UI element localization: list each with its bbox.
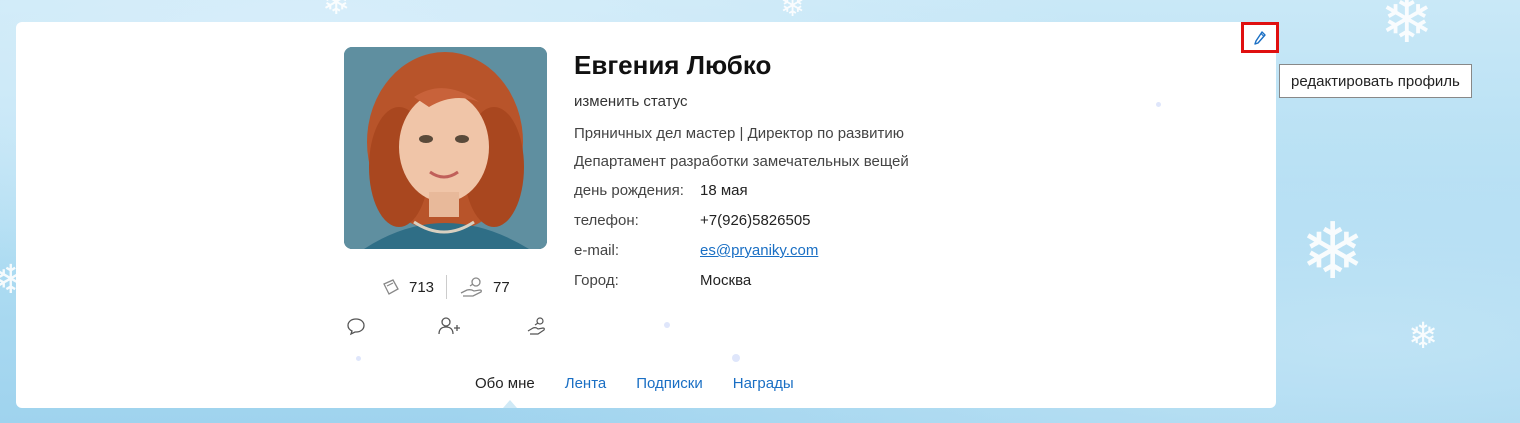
thanks-stat[interactable]: 77: [459, 276, 510, 298]
avatar-photo: [344, 47, 547, 249]
wallet-count: 713: [409, 278, 435, 296]
snowflake-decoration: ❄: [1300, 207, 1366, 295]
profile-card: Евгения Любко изменить статус Пряничных …: [16, 22, 1276, 408]
avatar[interactable]: [344, 47, 547, 249]
stats-divider: [446, 275, 448, 299]
active-tab-indicator: [503, 400, 517, 408]
send-thanks-button[interactable]: [527, 316, 547, 336]
add-user-icon: [438, 317, 460, 335]
tab-subscriptions[interactable]: Подписки: [636, 375, 703, 392]
edit-profile-tooltip: редактировать профиль: [1279, 64, 1472, 98]
tab-awards[interactable]: Награды: [733, 375, 794, 392]
profile-name: Евгения Любко: [574, 50, 772, 80]
tab-feed[interactable]: Лента: [565, 375, 607, 392]
city-value: Москва: [700, 272, 752, 289]
subscribe-button[interactable]: [437, 316, 461, 336]
snowflake-decoration: ❄: [322, 0, 351, 22]
wallet-stat[interactable]: 713: [381, 277, 434, 297]
edit-profile-button[interactable]: [1241, 22, 1279, 53]
pencil-icon: [1254, 30, 1266, 45]
profile-tabs: Обо мне Лента Подписки Награды: [475, 375, 794, 392]
phone-value: +7(926)5826505: [700, 212, 811, 229]
phone-label: телефон:: [574, 212, 639, 229]
decorative-dot: [732, 354, 740, 362]
wallet-icon: [383, 279, 399, 295]
tab-about[interactable]: Обо мне: [475, 375, 535, 392]
city-label: Город:: [574, 272, 619, 289]
user-stats: 713 77: [381, 274, 510, 300]
decorative-dot: [1156, 102, 1161, 107]
snowflake-decoration: ❄: [780, 0, 806, 23]
decorative-dot: [356, 356, 361, 361]
position-text: Пряничных дел мастер | Директор по разви…: [574, 125, 904, 142]
thanks-hand-icon: [460, 277, 483, 297]
birthday-value: 18 мая: [700, 182, 748, 199]
snowflake-decoration: ❄: [1408, 315, 1439, 356]
email-label: e-mail:: [574, 242, 620, 259]
thanks-count: 77: [493, 278, 510, 296]
chat-bubble-icon: [347, 318, 365, 336]
decorative-dot: [664, 322, 670, 328]
change-status-link[interactable]: изменить статус: [574, 93, 688, 110]
birthday-label: день рождения:: [574, 182, 684, 199]
email-link[interactable]: es@pryaniky.com: [700, 242, 818, 259]
message-button[interactable]: [346, 316, 366, 336]
snowflake-decoration: ❄: [1380, 0, 1434, 56]
thanks-hand-icon: [527, 317, 545, 335]
department-text: Департамент разработки замечательных вещ…: [574, 153, 909, 170]
